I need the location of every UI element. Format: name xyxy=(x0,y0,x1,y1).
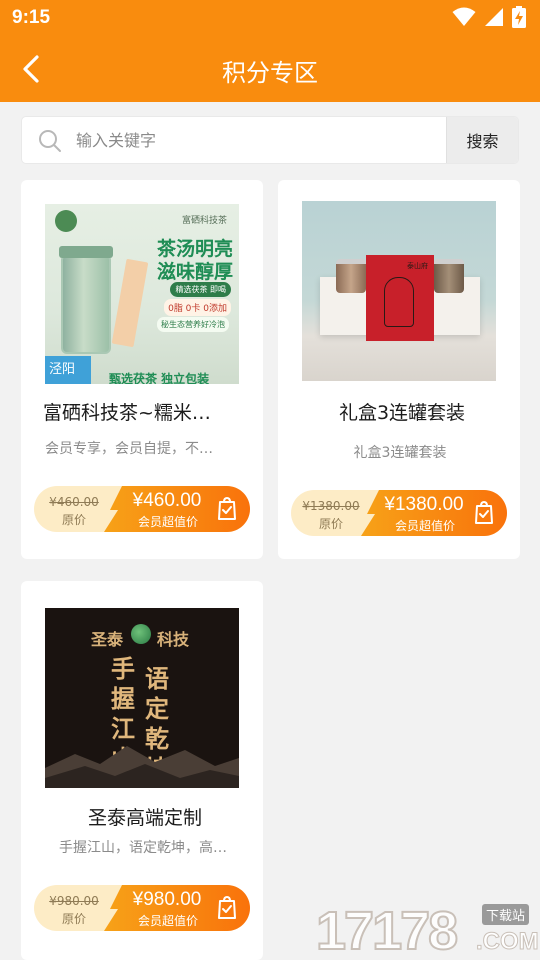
image-brand-right: 科技 xyxy=(157,630,190,649)
original-price: ¥980.00 xyxy=(49,894,99,908)
product-description: 会员专享，会员自提，不… xyxy=(45,441,213,457)
product-card-3[interactable]: 圣泰 科技 手握江山 语定乾坤 圣泰高端定制 手握江山，语定乾坤，高… ¥980… xyxy=(21,581,263,960)
image-corner-label: 泾阳 xyxy=(45,356,91,384)
price-bar[interactable]: ¥460.00 原价 ¥460.00 会员超值价 xyxy=(34,486,250,532)
product-title: 礼盒3连罐套装 xyxy=(338,402,466,424)
product-title: 富硒科技茶~糯米… xyxy=(43,402,211,424)
shopping-bag-check-icon[interactable] xyxy=(216,896,238,920)
search-button[interactable]: 搜索 xyxy=(446,117,518,163)
image-badges: 0脂 0卡 0添加 xyxy=(164,299,231,316)
product-image-gift-box: 泰山府 xyxy=(302,201,496,381)
original-price: ¥460.00 xyxy=(49,495,99,509)
search-icon xyxy=(39,130,61,152)
watermark-number: 17178 xyxy=(315,901,459,960)
product-image-tea: 富硒科技茶 茶汤明亮 滋味醇厚 精选茯茶 即喝 0脂 0卡 0添加 秘生态营养好… xyxy=(45,204,239,384)
tea-jar xyxy=(61,254,111,354)
status-bar: 9:15 xyxy=(0,0,540,36)
red-gift-box: 泰山府 xyxy=(366,255,434,341)
member-price-label: 会员超值价 xyxy=(394,519,455,533)
image-bottom-banner: 甄选茯茶 独立包装 xyxy=(109,372,210,384)
watermark-logo: 17178 下载站 .COM xyxy=(315,898,540,960)
price-bar[interactable]: ¥1380.00 原价 ¥1380.00 会员超值价 xyxy=(291,490,507,536)
shopping-bag-check-icon[interactable] xyxy=(216,497,238,521)
price-bar[interactable]: ¥980.00 原价 ¥980.00 会员超值价 xyxy=(34,885,250,931)
brand-logo xyxy=(55,210,77,232)
app-bar: 积分专区 xyxy=(0,36,540,102)
box-figure xyxy=(384,277,414,327)
jar-left xyxy=(336,259,366,293)
product-description: 礼盒3连罐套装 xyxy=(353,445,447,461)
product-image-calligraphy: 圣泰 科技 手握江山 语定乾坤 xyxy=(45,608,239,788)
image-note: 秘生态营养好冷泡 xyxy=(157,317,229,332)
wifi-icon xyxy=(452,7,476,26)
search-bar: 搜索 xyxy=(21,116,519,164)
member-price: ¥460.00 xyxy=(132,490,202,511)
page-title: 积分专区 xyxy=(222,59,318,87)
member-price: ¥980.00 xyxy=(132,889,202,910)
product-title: 圣泰高端定制 xyxy=(87,807,202,829)
tea-jar-lid xyxy=(59,246,113,258)
member-price-label: 会员超值价 xyxy=(137,515,198,529)
tea-stick xyxy=(111,258,149,348)
member-price: ¥1380.00 xyxy=(384,494,464,515)
product-card-1[interactable]: 富硒科技茶 茶汤明亮 滋味醇厚 精选茯茶 即喝 0脂 0卡 0添加 秘生态营养好… xyxy=(21,180,263,559)
original-price-label: 原价 xyxy=(318,517,343,531)
member-price-label: 会员超值价 xyxy=(137,914,198,928)
shopping-bag-check-icon[interactable] xyxy=(473,501,495,525)
product-description: 手握江山，语定乾坤，高… xyxy=(59,840,227,856)
image-slogan-2: 滋味醇厚 xyxy=(156,261,233,283)
globe-logo xyxy=(131,624,151,644)
battery-charging-icon xyxy=(512,6,526,28)
original-price: ¥1380.00 xyxy=(302,499,360,513)
original-price-label: 原价 xyxy=(61,912,86,926)
jar-right xyxy=(434,259,464,293)
image-tag: 精选茯茶 即喝 xyxy=(170,282,231,297)
original-price-label: 原价 xyxy=(61,513,86,527)
product-card-2[interactable]: 泰山府 礼盒3连罐套装 礼盒3连罐套装 ¥1380.00 原价 ¥1380.00… xyxy=(278,180,520,559)
status-time: 9:15 xyxy=(12,7,51,28)
image-brand-text: 富硒科技茶 xyxy=(181,216,227,226)
status-icons xyxy=(452,6,526,28)
watermark-badge: 下载站 xyxy=(482,904,530,925)
mountain-silhouette xyxy=(45,746,239,788)
signal-icon xyxy=(485,8,503,26)
image-brand-left: 圣泰 xyxy=(91,630,124,649)
watermark-domain: .COM xyxy=(476,928,540,956)
box-label: 泰山府 xyxy=(407,262,428,270)
search-input[interactable] xyxy=(76,117,456,163)
